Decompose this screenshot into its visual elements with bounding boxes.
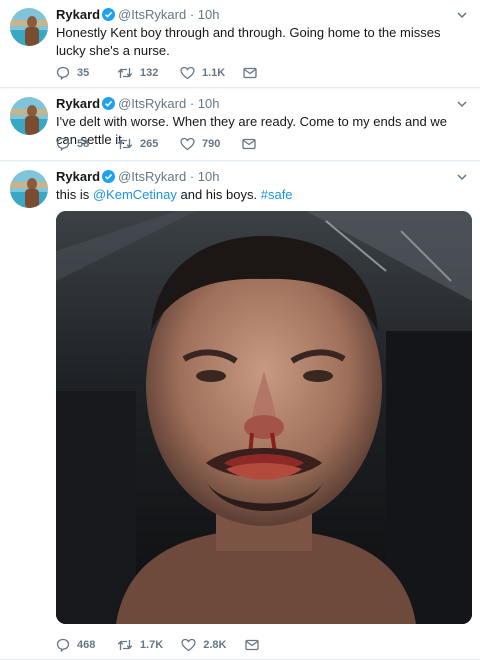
tweet-actions: 58 265 790 <box>56 135 281 153</box>
tweet-header: Rykard @ItsRykard · 10h <box>56 96 219 114</box>
like-icon <box>181 638 196 652</box>
user-handle[interactable]: @ItsRykard <box>118 7 186 22</box>
user-name[interactable]: Rykard <box>56 169 100 184</box>
user-name[interactable]: Rykard <box>56 96 100 111</box>
tweet-text-prefix: this is <box>56 187 90 202</box>
reply-button[interactable]: 35 <box>56 66 99 80</box>
tweet-text: Honestly Kent boy through and through. G… <box>56 25 441 58</box>
like-icon <box>180 66 195 80</box>
reply-icon <box>56 638 70 652</box>
retweet-icon <box>117 139 133 149</box>
like-count: 790 <box>202 138 221 150</box>
tweet[interactable]: Rykard @ItsRykard · 10h I've delt with wo… <box>0 89 480 161</box>
reply-count: 35 <box>77 67 90 79</box>
like-button[interactable]: 1.1K <box>180 66 225 80</box>
message-icon <box>244 639 259 651</box>
user-handle[interactable]: @ItsRykard <box>118 96 186 111</box>
tweet[interactable]: Rykard @ItsRykard · 10h Honestly Kent boy… <box>0 0 480 88</box>
user-name[interactable]: Rykard <box>56 7 100 22</box>
retweet-button[interactable]: 132 <box>117 66 162 80</box>
reply-count: 468 <box>77 639 96 651</box>
timestamp[interactable]: 10h <box>198 7 220 22</box>
separator-dot: · <box>189 169 195 184</box>
reply-button[interactable]: 58 <box>56 137 99 151</box>
reply-button[interactable]: 468 <box>56 638 99 652</box>
tweet-photo[interactable] <box>56 211 472 624</box>
message-button[interactable] <box>244 639 266 651</box>
tweet-actions: 468 1.7K 2.8K <box>56 636 284 654</box>
avatar[interactable] <box>10 170 48 208</box>
verified-icon <box>102 97 116 114</box>
message-icon <box>243 67 257 79</box>
hashtag-link[interactable]: #safe <box>261 187 293 202</box>
message-icon <box>242 138 256 150</box>
retweet-icon <box>117 68 133 78</box>
like-button[interactable]: 2.8K <box>181 638 227 652</box>
tweet[interactable]: Rykard @ItsRykard · 10h this is @KemCetin… <box>0 162 480 660</box>
retweet-button[interactable]: 265 <box>117 137 162 151</box>
retweet-count: 132 <box>140 67 159 79</box>
like-icon <box>180 137 195 151</box>
tweet-header: Rykard @ItsRykard · 10h <box>56 169 219 187</box>
like-count: 1.1K <box>202 67 226 79</box>
message-button[interactable] <box>243 67 264 79</box>
tweet-actions: 35 132 1.1K <box>56 64 282 82</box>
retweet-count: 1.7K <box>140 639 164 651</box>
avatar[interactable] <box>10 8 48 46</box>
avatar[interactable] <box>10 97 48 135</box>
user-handle[interactable]: @ItsRykard <box>118 169 186 184</box>
tweet-header: Rykard @ItsRykard · 10h <box>56 7 219 25</box>
reply-icon <box>56 137 70 151</box>
retweet-icon <box>117 640 133 650</box>
timestamp[interactable]: 10h <box>198 96 220 111</box>
timeline: Rykard @ItsRykard · 10h Honestly Kent boy… <box>0 0 480 660</box>
like-button[interactable]: 790 <box>180 137 224 151</box>
like-count: 2.8K <box>203 639 227 651</box>
retweet-count: 265 <box>140 138 159 150</box>
reply-icon <box>56 66 70 80</box>
verified-icon <box>102 170 116 187</box>
separator-dot: · <box>189 96 195 111</box>
tweet-text: this is @KemCetinay and his boys. #safe <box>56 186 468 204</box>
separator-dot: · <box>189 7 195 22</box>
retweet-button[interactable]: 1.7K <box>117 638 163 652</box>
tweet-text-middle: and his boys. <box>180 187 258 202</box>
verified-icon <box>102 8 116 25</box>
timestamp[interactable]: 10h <box>198 169 220 184</box>
message-button[interactable] <box>242 138 263 150</box>
reply-count: 58 <box>77 138 90 150</box>
mention-link[interactable]: @KemCetinay <box>93 187 177 202</box>
